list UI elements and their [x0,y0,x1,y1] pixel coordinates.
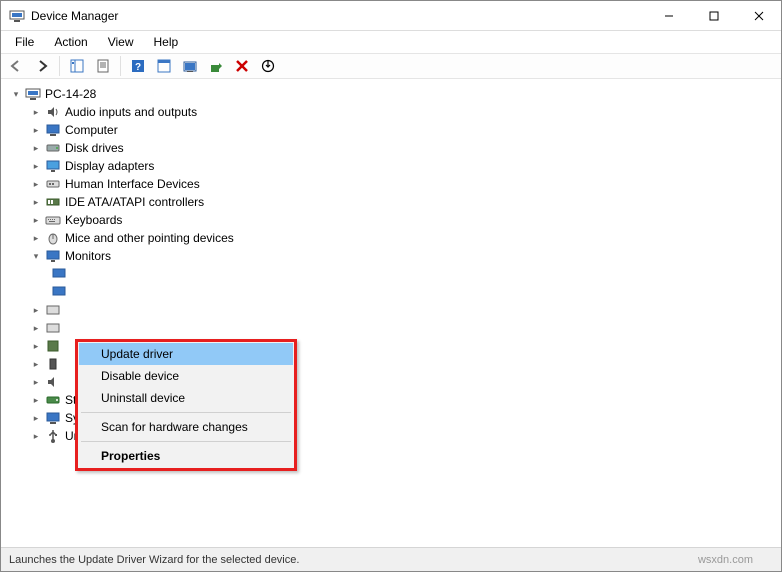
device-tree: ▾ PC-14-28 ▸ Audio inputs and outputs ▸ … [1,79,781,543]
chevron-right-icon[interactable]: ▸ [29,141,43,155]
maximize-button[interactable] [691,1,736,30]
keyboard-icon [45,212,61,228]
menu-item-uninstall-device[interactable]: Uninstall device [79,387,293,409]
expand-icon[interactable]: ▾ [9,87,23,101]
tree-item-monitor-child[interactable] [5,283,777,301]
chevron-right-icon[interactable]: ▸ [29,429,43,443]
title-bar: Device Manager [1,1,781,31]
computer-icon [25,86,41,102]
tree-item-obscured[interactable]: ▸ [5,301,777,319]
tree-root-label: PC-14-28 [45,87,96,101]
tree-item-computer[interactable]: ▸ Computer [5,121,777,139]
minimize-button[interactable] [646,1,691,30]
uninstall-device-button[interactable] [231,55,253,77]
display-icon [45,158,61,174]
tree-item-display[interactable]: ▸ Display adapters [5,157,777,175]
tree-item-label: Computer [65,123,118,137]
context-menu: Update driver Disable device Uninstall d… [75,339,297,471]
tree-item-monitors[interactable]: ▾ Monitors [5,247,777,265]
toolbar: ? [1,53,781,79]
tree-item-hid[interactable]: ▸ Human Interface Devices [5,175,777,193]
menu-separator [81,441,291,442]
usb-icon [45,428,61,444]
menu-item-disable-device[interactable]: Disable device [79,365,293,387]
chevron-right-icon[interactable]: ▸ [29,411,43,425]
scan-hardware-button[interactable] [153,55,175,77]
forward-button[interactable] [31,55,53,77]
window-title: Device Manager [31,9,118,23]
status-right: wsxdn.com [698,554,753,566]
app-icon [9,8,25,24]
tree-item-label: Keyboards [65,213,122,227]
close-button[interactable] [736,1,781,30]
tree-item-label: Audio inputs and outputs [65,105,197,119]
chevron-right-icon[interactable]: ▸ [29,105,43,119]
menu-item-properties[interactable]: Properties [79,445,293,467]
menu-file[interactable]: File [7,33,42,51]
disable-device-button[interactable] [257,55,279,77]
menu-bar: File Action View Help [1,31,781,53]
tree-item-mice[interactable]: ▸ Mice and other pointing devices [5,229,777,247]
expand-icon[interactable]: ▾ [29,249,43,263]
ide-icon [45,194,61,210]
enable-device-button[interactable] [205,55,227,77]
chevron-right-icon[interactable]: ▸ [29,177,43,191]
menu-separator [81,412,291,413]
monitor-icon [45,248,61,264]
status-bar: Launches the Update Driver Wizard for th… [1,547,781,571]
menu-action[interactable]: Action [46,33,95,51]
tree-item-label: IDE ATA/ATAPI controllers [65,195,204,209]
tree-item-monitor-child[interactable] [5,265,777,283]
show-hide-tree-button[interactable] [66,55,88,77]
menu-item-update-driver[interactable]: Update driver [79,343,293,365]
menu-item-scan-hardware[interactable]: Scan for hardware changes [79,416,293,438]
svg-text:?: ? [135,62,141,73]
tree-item-keyboards[interactable]: ▸ Keyboards [5,211,777,229]
chevron-right-icon[interactable]: ▸ [29,231,43,245]
audio-icon [45,104,61,120]
tree-item-disk[interactable]: ▸ Disk drives [5,139,777,157]
tree-item-ide[interactable]: ▸ IDE ATA/ATAPI controllers [5,193,777,211]
chevron-right-icon[interactable]: ▸ [29,159,43,173]
chevron-right-icon[interactable]: ▸ [29,213,43,227]
chevron-right-icon[interactable]: ▸ [29,393,43,407]
tree-item-obscured[interactable]: ▸ [5,319,777,337]
tree-item-label: Disk drives [65,141,124,155]
back-button[interactable] [5,55,27,77]
tree-item-label: Monitors [65,249,111,263]
menu-view[interactable]: View [100,33,142,51]
mouse-icon [45,230,61,246]
tree-item-label: Display adapters [65,159,154,173]
chevron-right-icon[interactable]: ▸ [29,195,43,209]
properties-button[interactable] [92,55,114,77]
hid-icon [45,176,61,192]
tree-root[interactable]: ▾ PC-14-28 [5,85,777,103]
menu-help[interactable]: Help [146,33,187,51]
tree-item-label: Human Interface Devices [65,177,200,191]
disk-icon [45,140,61,156]
status-text: Launches the Update Driver Wizard for th… [9,554,299,566]
system-icon [45,410,61,426]
tree-item-label: Mice and other pointing devices [65,231,234,245]
storage-icon [45,392,61,408]
chevron-right-icon[interactable]: ▸ [29,123,43,137]
help-button[interactable]: ? [127,55,149,77]
computer-icon [45,122,61,138]
tree-item-audio[interactable]: ▸ Audio inputs and outputs [5,103,777,121]
update-driver-button[interactable] [179,55,201,77]
